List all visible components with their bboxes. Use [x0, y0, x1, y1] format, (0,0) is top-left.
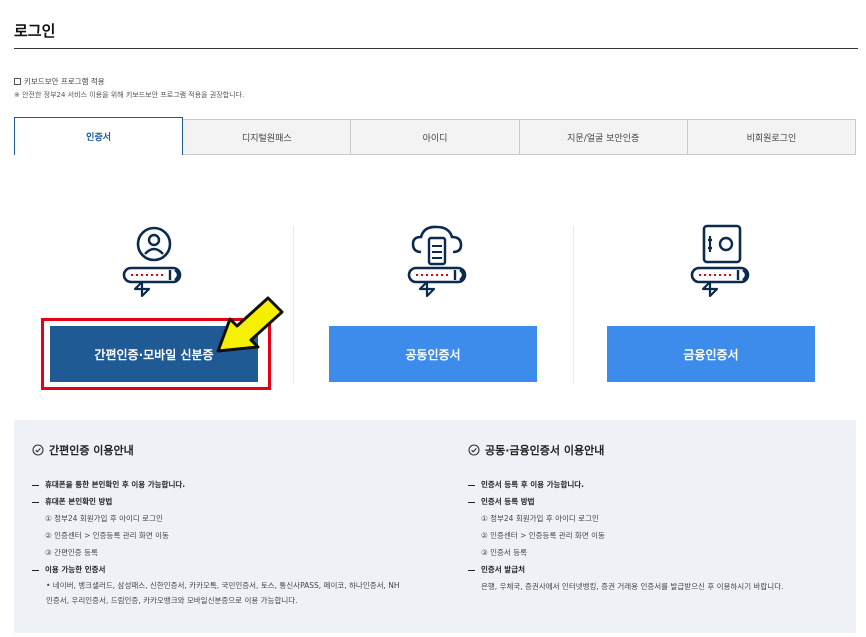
guide-item: 인증서 등록 후 이용 가능합니다. [468, 476, 866, 493]
joint-cert-column: 공동인증서 [295, 222, 575, 392]
keyboard-security-notice: ※ 안전한 정부24 서비스 이용을 위해 키보드보안 프로그램 적용을 권장합… [14, 91, 245, 99]
financial-cert-column: 금융인증서 [576, 222, 856, 392]
safe-key-icon [682, 222, 762, 302]
guide-item: 이용 가능한 인증서 [32, 561, 432, 578]
person-key-icon [114, 222, 194, 302]
page-title: 로그인 [14, 22, 56, 40]
keyboard-security-label: 키보드보안 프로그램 적용 [24, 77, 105, 86]
column-separator [573, 226, 574, 384]
joint-cert-guide-title: 공동·금융인증서 이용안내 [485, 444, 605, 457]
financial-certificate-button[interactable]: 금융인증서 [607, 326, 815, 382]
pointer-arrow-icon [216, 296, 284, 353]
guide-step: ① 정부24 회원가입 후 아이디 로그인 [45, 514, 163, 523]
column-separator [293, 226, 294, 384]
guide-step: ③ 간편인증 등록 [45, 548, 98, 557]
tab-id[interactable]: 아이디 [351, 119, 520, 155]
login-tabs: 인증서 디지털원패스 아이디 지문/얼굴 보안인증 비회원로그인 [14, 117, 857, 155]
usage-guide-panel: 간편인증 이용안내 휴대폰을 통한 본인확인 후 이용 가능합니다. 휴대폰 본… [14, 420, 856, 633]
keyboard-security-checkbox[interactable] [14, 78, 21, 85]
check-circle-icon [32, 444, 44, 456]
guide-item: 휴대폰 본인확인 방법 [32, 493, 432, 510]
guide-item: 인증서 등록 방법 [468, 493, 866, 510]
joint-certificate-button[interactable]: 공동인증서 [329, 326, 537, 382]
guide-step: ③ 인증서 등록 [481, 548, 527, 557]
tab-certificate[interactable]: 인증서 [14, 117, 184, 155]
guide-step: ② 인증센터 > 인증등록 관리 화면 이동 [45, 531, 169, 540]
guide-item: 휴대폰을 통한 본인확인 후 이용 가능합니다. [32, 476, 432, 493]
tab-digital-onepass[interactable]: 디지털원패스 [183, 119, 352, 155]
cert-issuers-text: 은행, 우체국, 증권사에서 인터넷뱅킹, 증권 거래용 인증서를 발급받으신 … [481, 582, 784, 591]
guide-item: 인증서 발급처 [468, 561, 866, 578]
guide-step: ② 인증센터 > 인증등록 관리 화면 이동 [481, 531, 605, 540]
simple-auth-guide-heading: 간편인증 이용안내 [32, 442, 432, 458]
simple-auth-guide-title: 간편인증 이용안내 [49, 444, 134, 457]
cloud-server-key-icon [399, 222, 479, 302]
tab-biometric[interactable]: 지문/얼굴 보안인증 [519, 119, 688, 155]
simple-auth-guide: 간편인증 이용안내 휴대폰을 통한 본인확인 후 이용 가능합니다. 휴대폰 본… [32, 442, 432, 608]
keyboard-security-row[interactable]: 키보드보안 프로그램 적용 [14, 76, 105, 87]
available-cert-list: • 네이버, 뱅크샐러드, 삼성패스, 신한인증서, 카카오톡, 국민인증서, … [46, 581, 400, 605]
guide-step: ① 정부24 회원가입 후 아이디 로그인 [481, 514, 599, 523]
joint-cert-guide-heading: 공동·금융인증서 이용안내 [468, 442, 866, 458]
check-circle-icon [468, 444, 480, 456]
tab-nonmember[interactable]: 비회원로그인 [687, 119, 857, 155]
joint-cert-guide: 공동·금융인증서 이용안내 인증서 등록 후 이용 가능합니다. 인증서 등록 … [468, 442, 866, 595]
title-divider [14, 48, 858, 49]
